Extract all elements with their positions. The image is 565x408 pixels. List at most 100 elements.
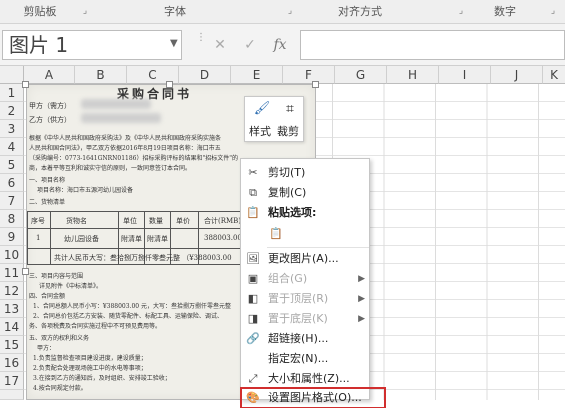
redacted-party-a <box>81 99 151 109</box>
column-header-h[interactable]: H <box>387 66 439 84</box>
font-launcher-icon[interactable]: ⌟ <box>285 6 295 16</box>
menu-item-change-picture[interactable]: 🖼 更改图片(A)... <box>241 249 371 269</box>
menu-separator <box>267 247 369 248</box>
row-header-17[interactable]: 17 <box>0 372 24 390</box>
table-cell-no: 1 <box>36 234 41 242</box>
scissors-icon: ✂ <box>248 166 258 179</box>
clipboard-launcher-icon[interactable]: ⌟ <box>80 6 90 16</box>
ribbon-group-bar: 剪贴板 ⌟ 字体 ⌟ 对齐方式 ⌟ 数字 ⌟ <box>0 0 565 24</box>
menu-item-cut[interactable]: ✂ 剪切(T) <box>241 163 371 183</box>
copy-icon: ⧉ <box>249 186 257 199</box>
doc-line-2: 人民共和国合同法》，甲乙双方依据2016年8月19日项目名称：海口市五 <box>29 145 221 152</box>
column-header-j[interactable]: J <box>491 66 543 84</box>
ribbon-group-number: 数字 <box>494 5 516 18</box>
redacted-party-b <box>81 113 161 123</box>
doc-line-4: 商，本着平等互利和诚实守信的原则，一致同意签订本合同。 <box>29 165 192 172</box>
table-header-qty: 数量 <box>149 217 163 225</box>
number-launcher-icon[interactable]: ⌟ <box>548 6 558 16</box>
menu-item-assign-macro[interactable]: 指定宏(N)... <box>241 349 371 369</box>
menu-item-hyperlink[interactable]: 🔗 超链接(H)... <box>241 329 371 349</box>
row-header-1[interactable]: 1 <box>0 84 24 102</box>
size-properties-icon: ⤢ <box>248 372 258 385</box>
select-all-corner[interactable] <box>0 66 24 84</box>
hyperlink-icon: 🔗 <box>246 332 260 345</box>
menu-item-group[interactable]: ▣ 组合(G) ▶ <box>241 269 371 289</box>
doc-line-7: 二、货物清单 <box>29 199 66 206</box>
insert-function-icon[interactable]: fx <box>268 30 292 60</box>
cancel-icon[interactable]: ✕ <box>208 30 232 60</box>
doc-after-10: 2.负责配合处理现场施工中的水电等事项； <box>33 365 147 372</box>
enter-icon[interactable]: ✓ <box>238 30 262 60</box>
name-box-dropdown-icon[interactable]: ▼ <box>170 38 178 49</box>
name-box[interactable]: 图片 1 <box>2 30 182 60</box>
row-header-8[interactable]: 8 <box>0 210 24 228</box>
column-header-f[interactable]: F <box>283 66 335 84</box>
doc-after-5: 2、合同总价包括乙方安装、随货零配件、标配工具、运输保险、调试、 <box>33 313 223 320</box>
doc-after-6: 务、各项税费及合同实施过程中不可预见费用等。 <box>29 323 162 330</box>
column-header-i[interactable]: I <box>439 66 491 84</box>
doc-after-7: 五、双方的权利和义务 <box>29 335 90 342</box>
change-picture-icon: 🖼 <box>246 252 260 265</box>
column-header-g[interactable]: G <box>335 66 387 84</box>
menu-item-format-picture[interactable]: 🎨 设置图片格式(O)... <box>240 387 386 408</box>
table-header-goods: 货物名 <box>66 217 87 225</box>
paste-option-icon[interactable]: 📋 <box>268 226 284 242</box>
column-header-e[interactable]: E <box>231 66 283 84</box>
ribbon-group-font: 字体 <box>164 5 186 18</box>
row-header-12[interactable]: 12 <box>0 282 24 300</box>
picture-style-icon[interactable]: 🖌 <box>253 100 271 118</box>
resize-handle-left[interactable] <box>22 268 29 275</box>
menu-item-bring-to-front[interactable]: ◧ 置于顶层(R) ▶ <box>241 289 371 309</box>
row-header-2[interactable]: 2 <box>0 102 24 120</box>
mini-toolbar: 🖌 ⌗ 样式 裁剪 <box>244 96 304 142</box>
doc-after-2: 详见附件《中标清单》。 <box>39 283 103 290</box>
row-header-3[interactable]: 3 <box>0 120 24 138</box>
row-header-4[interactable]: 4 <box>0 138 24 156</box>
menu-item-send-to-back[interactable]: ◨ 置于底层(K) ▶ <box>241 309 371 329</box>
row-header-11[interactable]: 11 <box>0 264 24 282</box>
row-header-14[interactable]: 14 <box>0 318 24 336</box>
submenu-arrow-icon: ▶ <box>358 314 365 324</box>
table-header-unit: 单位 <box>123 217 137 225</box>
menu-item-copy[interactable]: ⧉ 复制(C) <box>241 183 371 203</box>
submenu-arrow-icon: ▶ <box>358 294 365 304</box>
doc-after-9: 1.负责监督检查项目建设进度，建设质量； <box>33 355 147 362</box>
resize-handle-top-right[interactable] <box>312 81 319 88</box>
table-cell-total: 388003.00 <box>204 234 242 242</box>
row-header-6[interactable]: 6 <box>0 174 24 192</box>
column-header-b[interactable]: B <box>75 66 127 84</box>
doc-line-6: 项目名称：海口市五源河幼儿园设备 <box>37 187 134 194</box>
row-header-16[interactable]: 16 <box>0 354 24 372</box>
column-header-k[interactable]: K <box>543 66 565 84</box>
table-header-price: 单价 <box>176 217 190 225</box>
menu-item-size-properties[interactable]: ⤢ 大小和属性(Z)... <box>241 369 371 389</box>
resize-handle-top-left[interactable] <box>22 81 29 88</box>
ribbon-group-alignment: 对齐方式 <box>338 5 382 18</box>
row-header-5[interactable]: 5 <box>0 156 24 174</box>
menu-item-paste-option[interactable]: 📋 <box>241 223 371 245</box>
table-cell-unit: 附清单 <box>121 235 142 243</box>
style-button[interactable]: 样式 <box>249 123 271 139</box>
row-header-10[interactable]: 10 <box>0 246 24 264</box>
doc-after-3: 四、合同金额 <box>29 293 66 300</box>
paste-icon: 📋 <box>246 206 260 219</box>
menu-item-paste-options: 📋 粘贴选项: <box>246 206 317 219</box>
alignment-launcher-icon[interactable]: ⌟ <box>456 6 466 16</box>
group-icon: ▣ <box>247 272 259 285</box>
column-header-d[interactable]: D <box>179 66 231 84</box>
table-total-text: 共计人民币大写：叁拾捌万捌仟零叁元整 （¥388003.00 <box>54 254 232 262</box>
crop-button[interactable]: 裁剪 <box>277 123 299 139</box>
resize-handle-top[interactable] <box>166 81 173 88</box>
crop-icon[interactable]: ⌗ <box>281 100 299 118</box>
send-back-icon: ◨ <box>247 312 259 325</box>
column-header-a[interactable]: A <box>24 66 75 84</box>
doc-line-3: （采购编号：0773-1641GNRN01186）招标采购评标的结果和"招标文件… <box>29 155 238 162</box>
row-header-9[interactable]: 9 <box>0 228 24 246</box>
row-header-13[interactable]: 13 <box>0 300 24 318</box>
doc-after-11: 3.在接到乙方的通知后，及时组织、安排竣工验收； <box>33 375 171 382</box>
doc-after-1: 三、项目内容与范围 <box>29 273 84 280</box>
row-header-15[interactable]: 15 <box>0 336 24 354</box>
formula-input[interactable] <box>300 30 565 60</box>
row-header-18[interactable] <box>0 390 24 400</box>
row-header-7[interactable]: 7 <box>0 192 24 210</box>
